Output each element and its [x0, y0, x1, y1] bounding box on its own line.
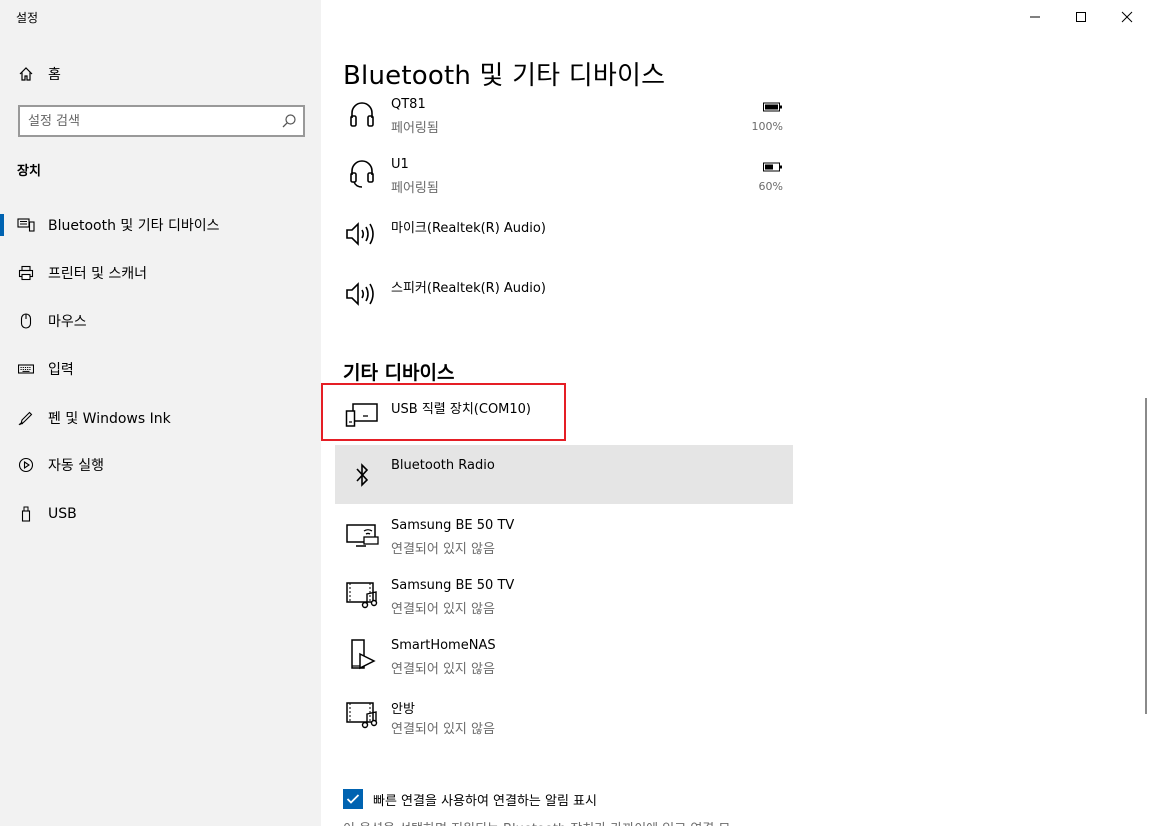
section-label: 장치	[17, 164, 41, 179]
battery-icon	[763, 102, 782, 112]
battery-percent: 100%	[751, 120, 783, 133]
sidebar-item-label: 마우스	[48, 314, 87, 330]
device-status: 페어링됨	[391, 121, 439, 136]
main-content: Bluetooth 및 기타 디바이스 QT81 페어링됨 100% U1 페어…	[321, 0, 1152, 826]
search-box[interactable]	[18, 105, 305, 137]
headphones-icon	[345, 97, 379, 131]
sidebar-item-label: Bluetooth 및 기타 디바이스	[48, 218, 220, 234]
sidebar-item-label: 펜 및 Windows Ink	[48, 411, 171, 427]
keyboard-icon	[17, 360, 35, 378]
close-icon	[1121, 11, 1133, 23]
device-name: 마이크(Realtek(R) Audio)	[391, 221, 546, 236]
home-icon	[17, 65, 35, 83]
device-status: 연결되어 있지 않음	[391, 662, 495, 677]
battery-indicator: 100%	[743, 97, 783, 133]
speaker-icon	[345, 277, 379, 311]
device-name: 안방	[391, 702, 415, 717]
device-item-speaker[interactable]: 스피커(Realtek(R) Audio)	[335, 277, 793, 337]
printer-icon	[17, 264, 35, 282]
battery-icon	[763, 162, 782, 172]
device-item-smarthomenas[interactable]: SmartHomeNAS 연결되어 있지 않음	[335, 638, 793, 698]
device-item-u1[interactable]: U1 페어링됨 60%	[335, 157, 793, 217]
maximize-button[interactable]	[1058, 0, 1104, 34]
scrollbar[interactable]	[1145, 398, 1147, 714]
mouse-icon	[17, 312, 35, 330]
tv-wireless-icon	[345, 518, 379, 552]
device-name: 스피커(Realtek(R) Audio)	[391, 281, 546, 296]
minimize-icon	[1030, 16, 1040, 18]
search-input[interactable]	[28, 112, 268, 130]
pen-icon	[17, 409, 35, 427]
battery-indicator: 60%	[743, 157, 783, 193]
device-item-bluetooth-radio[interactable]: Bluetooth Radio	[335, 445, 793, 504]
device-item-samsung-tv-1[interactable]: Samsung BE 50 TV 연결되어 있지 않음	[335, 518, 793, 578]
sidebar-item-mouse[interactable]: 마우스	[0, 303, 321, 339]
swift-pair-description: 이 옵션을 선택하면 지원되는 Bluetooth 장치가 가까이에 있고 연결…	[343, 818, 730, 826]
swift-pair-label: 빠른 연결을 사용하여 연결하는 알림 표시	[373, 793, 597, 809]
sidebar-item-home[interactable]: 홈	[0, 56, 321, 92]
media-server-icon	[345, 638, 379, 672]
sidebar-item-label: 프린터 및 스캐너	[48, 266, 148, 282]
sidebar-item-label: 홈	[48, 67, 61, 83]
usb-icon	[17, 505, 35, 523]
bluetooth-icon	[345, 458, 379, 492]
other-devices-header: 기타 디바이스	[343, 362, 455, 384]
sidebar-item-label: USB	[48, 506, 77, 522]
app-title: 설정	[16, 11, 39, 25]
highlight-box	[321, 383, 566, 441]
device-status: 연결되어 있지 않음	[391, 542, 495, 557]
device-status: 페어링됨	[391, 181, 439, 196]
speaker-icon	[345, 217, 379, 251]
device-name: QT81	[391, 97, 426, 112]
sidebar-item-pen[interactable]: 펜 및 Windows Ink	[0, 400, 321, 436]
page-title: Bluetooth 및 기타 디바이스	[343, 61, 666, 91]
swift-pair-row[interactable]: 빠른 연결을 사용하여 연결하는 알림 표시	[343, 787, 597, 811]
headset-icon	[345, 157, 379, 191]
media-device-icon	[345, 578, 379, 612]
device-name: Bluetooth Radio	[391, 458, 495, 473]
device-item-microphone[interactable]: 마이크(Realtek(R) Audio)	[335, 217, 793, 277]
sidebar-item-usb[interactable]: USB	[0, 496, 321, 532]
device-name: Samsung BE 50 TV	[391, 518, 515, 533]
sidebar: 설정 홈 장치 Bluetooth 및 기타 디바이스 프린터 및 스캐너 마우…	[0, 0, 321, 826]
device-item-qt81[interactable]: QT81 페어링됨 100%	[335, 97, 793, 157]
device-item-samsung-tv-2[interactable]: Samsung BE 50 TV 연결되어 있지 않음	[335, 578, 793, 638]
device-status: 연결되어 있지 않음	[391, 602, 495, 617]
device-name: SmartHomeNAS	[391, 638, 496, 653]
battery-percent: 60%	[758, 180, 783, 193]
device-item-anbang[interactable]: 안방 연결되어 있지 않음	[335, 698, 793, 758]
device-name: Samsung BE 50 TV	[391, 578, 515, 593]
minimize-button[interactable]	[1012, 0, 1058, 34]
sidebar-item-input[interactable]: 입력	[0, 351, 321, 387]
autoplay-icon	[17, 456, 35, 474]
maximize-icon	[1076, 12, 1086, 22]
device-name: U1	[391, 157, 409, 172]
sidebar-item-label: 자동 실행	[48, 458, 104, 474]
media-device-icon	[345, 698, 379, 732]
sidebar-item-label: 입력	[48, 362, 74, 378]
checkmark-icon	[346, 794, 360, 804]
sidebar-item-printers[interactable]: 프린터 및 스캐너	[0, 255, 321, 291]
close-button[interactable]	[1104, 0, 1150, 34]
device-status: 연결되어 있지 않음	[391, 722, 495, 737]
search-icon[interactable]	[281, 113, 297, 133]
sidebar-item-bluetooth[interactable]: Bluetooth 및 기타 디바이스	[0, 207, 321, 243]
sidebar-item-autoplay[interactable]: 자동 실행	[0, 447, 321, 483]
swift-pair-checkbox[interactable]	[343, 789, 363, 809]
bluetooth-devices-icon	[17, 216, 35, 234]
